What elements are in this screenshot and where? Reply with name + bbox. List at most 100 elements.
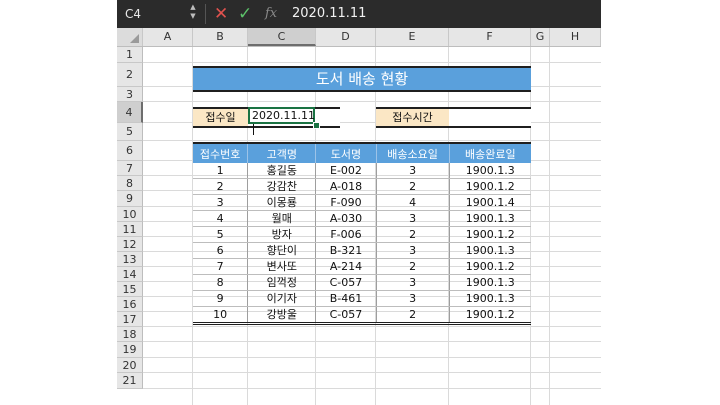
column-header-a[interactable]: A [143, 28, 193, 46]
row-header-3[interactable]: 3 [117, 87, 143, 102]
name-box[interactable]: C4 [121, 5, 187, 23]
delivery-table: 접수번호 고객명 도서명 배송소요일 배송완료일 1 홍길동 E-002 3 1900.… [193, 142, 531, 325]
table-cell[interactable]: F-006 [315, 226, 377, 243]
row-header-12[interactable]: 12 [117, 237, 143, 252]
table-cell[interactable]: 방자 [247, 226, 317, 243]
cancel-icon[interactable]: ✕ [214, 3, 228, 25]
column-header-f[interactable]: F [449, 28, 531, 46]
table-cell[interactable]: 1900.1.3 [449, 163, 531, 179]
table-cell[interactable]: 3 [376, 210, 450, 227]
table-cell[interactable]: 향단이 [247, 242, 317, 259]
table-cell[interactable]: 2 [376, 178, 450, 195]
row-header-15[interactable]: 15 [117, 282, 143, 297]
row-header-5[interactable]: 5 [117, 123, 143, 141]
table-row: 6 향단이 B-321 3 1900.1.3 [193, 242, 531, 259]
table-cell[interactable]: 3 [376, 242, 450, 259]
table-cell[interactable]: 9 [193, 290, 249, 307]
table-cell[interactable]: 2 [376, 226, 450, 243]
row-header-6[interactable]: 6 [117, 141, 143, 161]
table-cell[interactable]: 3 [376, 274, 450, 291]
received-date-label[interactable]: 접수일 [193, 107, 248, 128]
enter-check-icon[interactable]: ✓ [238, 3, 252, 25]
received-date-value-cell[interactable]: 2020.11.11 [248, 107, 315, 135]
row-header-11[interactable]: 11 [117, 222, 143, 237]
table-cell[interactable]: F-090 [315, 194, 377, 211]
select-all-button[interactable] [117, 28, 143, 46]
table-cell[interactable]: C-057 [315, 306, 377, 324]
header-cell[interactable]: 배송소요일 [376, 143, 450, 163]
table-cell[interactable]: A-018 [315, 178, 377, 195]
table-cell[interactable]: 8 [193, 274, 249, 291]
table-cell[interactable]: 7 [193, 258, 249, 275]
row-header-7[interactable]: 7 [117, 161, 143, 176]
table-cell[interactable]: 1900.1.3 [449, 290, 531, 307]
name-box-stepper-icon[interactable]: ▲ ▼ [189, 3, 197, 25]
table-cell[interactable]: 2 [376, 258, 450, 275]
column-header-g[interactable]: G [531, 28, 550, 46]
table-cell[interactable]: 1900.1.4 [449, 194, 531, 211]
fill-handle[interactable] [313, 122, 320, 129]
table-cell[interactable]: 이몽룡 [247, 194, 317, 211]
table-cell[interactable]: B-321 [315, 242, 377, 259]
insert-function-icon[interactable]: fx [265, 4, 277, 24]
table-cell[interactable]: 5 [193, 226, 249, 243]
row-header-4[interactable]: 4 [117, 102, 143, 123]
row-header-19[interactable]: 19 [117, 342, 143, 358]
table-cell[interactable]: 1900.1.3 [449, 242, 531, 259]
table-cell[interactable]: 10 [193, 306, 249, 324]
header-cell[interactable]: 접수번호 [193, 143, 249, 163]
table-cell[interactable]: 임꺽정 [247, 274, 317, 291]
table-cell[interactable]: 3 [376, 163, 450, 179]
table-cell[interactable]: B-461 [315, 290, 377, 307]
row-header-20[interactable]: 20 [117, 358, 143, 373]
table-cell[interactable]: 6 [193, 242, 249, 259]
table-cell[interactable]: C-057 [315, 274, 377, 291]
table-cell[interactable]: 3 [376, 290, 450, 307]
column-header-e[interactable]: E [376, 28, 449, 46]
table-cell[interactable]: 4 [376, 194, 450, 211]
header-cell[interactable]: 배송완료일 [449, 143, 531, 163]
row-header-18[interactable]: 18 [117, 327, 143, 342]
column-header-c[interactable]: C [248, 28, 316, 46]
table-cell[interactable]: 강방울 [247, 306, 317, 324]
row-header-2[interactable]: 2 [117, 63, 143, 87]
received-time-value[interactable] [449, 107, 531, 128]
row-header-1[interactable]: 1 [117, 47, 143, 63]
table-cell[interactable]: 1900.1.3 [449, 210, 531, 227]
table-cell[interactable]: 월매 [247, 210, 317, 227]
table-cell[interactable]: A-214 [315, 258, 377, 275]
table-cell[interactable]: 강감찬 [247, 178, 317, 195]
table-cell[interactable]: 이기자 [247, 290, 317, 307]
formula-input[interactable]: 2020.11.11 [292, 4, 366, 24]
sheet-title[interactable]: 도서 배송 현황 [193, 66, 531, 92]
column-header-b[interactable]: B [193, 28, 248, 46]
row-header-16[interactable]: 16 [117, 297, 143, 312]
table-cell[interactable]: 1 [193, 163, 249, 179]
row-header-9[interactable]: 9 [117, 191, 143, 207]
header-cell[interactable]: 도서명 [315, 143, 377, 163]
table-cell[interactable]: 1900.1.2 [449, 306, 531, 324]
table-cell[interactable]: 2 [376, 306, 450, 324]
table-cell[interactable]: 변사또 [247, 258, 317, 275]
table-row: 5 방자 F-006 2 1900.1.2 [193, 226, 531, 243]
table-cell[interactable]: 홍길동 [247, 163, 317, 179]
row-header-21[interactable]: 21 [117, 373, 143, 389]
table-cell[interactable]: 1900.1.3 [449, 274, 531, 291]
table-cell[interactable]: E-002 [315, 163, 377, 179]
table-cell[interactable]: 1900.1.2 [449, 178, 531, 195]
table-cell[interactable]: 2 [193, 178, 249, 195]
row-header-8[interactable]: 8 [117, 176, 143, 191]
row-header-17[interactable]: 17 [117, 312, 143, 327]
table-cell[interactable]: 1900.1.2 [449, 258, 531, 275]
column-header-d[interactable]: D [316, 28, 376, 46]
received-time-label[interactable]: 접수시간 [376, 107, 449, 128]
row-header-14[interactable]: 14 [117, 267, 143, 282]
table-cell[interactable]: 4 [193, 210, 249, 227]
row-header-13[interactable]: 13 [117, 252, 143, 267]
table-cell[interactable]: 3 [193, 194, 249, 211]
header-cell[interactable]: 고객명 [247, 143, 317, 163]
column-header-h[interactable]: H [550, 28, 601, 46]
row-header-10[interactable]: 10 [117, 207, 143, 222]
table-cell[interactable]: 1900.1.2 [449, 226, 531, 243]
table-cell[interactable]: A-030 [315, 210, 377, 227]
